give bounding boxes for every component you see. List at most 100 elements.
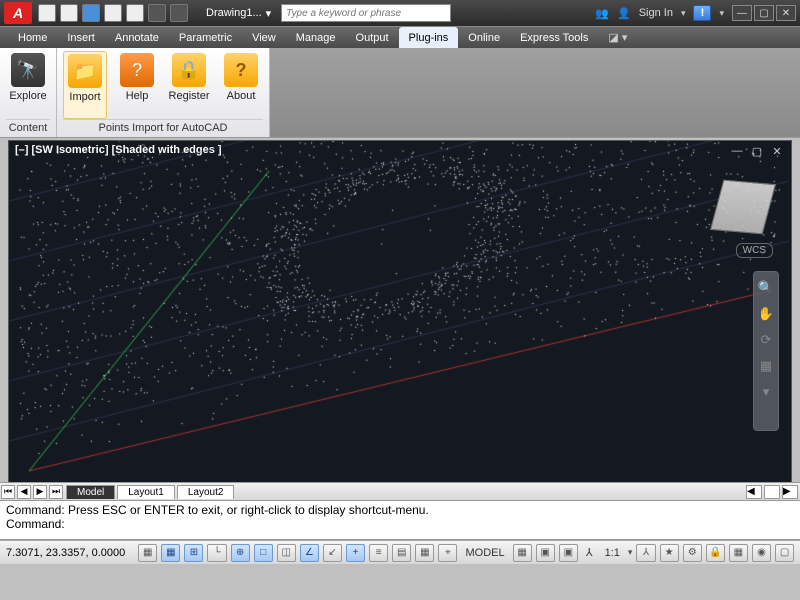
tab-last-button[interactable]: ⏭ — [49, 485, 63, 499]
about-button[interactable]: ? About — [219, 51, 263, 119]
tab-layout2[interactable]: Layout2 — [177, 485, 235, 499]
tab-layout1[interactable]: Layout1 — [117, 485, 175, 499]
navigation-bar: 🔍 ✋ ⟳ ▦ ▾ — [753, 271, 779, 431]
signin-dropdown-icon[interactable]: ▾ — [681, 8, 686, 19]
menu-insert[interactable]: Insert — [57, 27, 105, 48]
menu-view[interactable]: View — [242, 27, 286, 48]
otrack-button[interactable]: ∠ — [300, 544, 319, 562]
pan-icon[interactable]: ✋ — [758, 306, 774, 322]
point-cloud-canvas[interactable] — [9, 141, 789, 485]
doc-dropdown-icon[interactable]: ▾ — [266, 7, 272, 20]
panel-name-pointsimport: Points Import for AutoCAD — [63, 119, 263, 137]
tab-next-button[interactable]: ▶ — [33, 485, 47, 499]
snap-button[interactable]: ▦ — [161, 544, 180, 562]
tpy-button[interactable]: ▤ — [392, 544, 411, 562]
menu-annotate[interactable]: Annotate — [105, 27, 169, 48]
quickview-drawings-button[interactable]: ▣ — [559, 544, 578, 562]
app-logo[interactable]: A — [4, 2, 32, 24]
import-label: Import — [69, 91, 100, 103]
menu-home[interactable]: Home — [8, 27, 57, 48]
showmotion-icon[interactable]: ▦ — [760, 358, 772, 374]
drawing-area-wrap: [–] [SW Isometric] [Shaded with edges ] … — [0, 138, 800, 500]
coordinates-readout[interactable]: 7.3071, 23.3357, 0.0000 — [6, 547, 134, 559]
help-label: Help — [126, 90, 149, 102]
qat-open-icon[interactable] — [60, 4, 78, 22]
lwt-button[interactable]: ≡ — [369, 544, 388, 562]
scale-dropdown-icon[interactable]: ▾ — [628, 547, 633, 558]
3dosnap-button[interactable]: ◫ — [277, 544, 296, 562]
qat-saveas-icon[interactable] — [104, 4, 122, 22]
command-window[interactable]: Command: Press ESC or ENTER to exit, or … — [0, 500, 800, 540]
qat-print-icon[interactable] — [126, 4, 144, 22]
qat-new-icon[interactable] — [38, 4, 56, 22]
menu-parametric[interactable]: Parametric — [169, 27, 242, 48]
model-space-label[interactable]: MODEL — [461, 547, 508, 559]
dyn-button[interactable]: + — [346, 544, 365, 562]
orbit-icon[interactable]: ⟳ — [761, 332, 772, 348]
quick-access-toolbar — [38, 4, 188, 22]
isolate-button[interactable]: ◉ — [752, 544, 771, 562]
command-line-2: Command: — [6, 517, 794, 531]
ribbon-empty — [270, 48, 800, 137]
anno-autoscale-button[interactable]: ★ — [660, 544, 679, 562]
cleanscreen-button[interactable]: ▢ — [775, 544, 794, 562]
folder-import-icon: 📁 — [68, 54, 102, 88]
tab-first-button[interactable]: ⏮ — [1, 485, 15, 499]
quickview-layouts-button[interactable]: ▣ — [536, 544, 555, 562]
about-icon: ? — [224, 53, 258, 87]
layout-tabs: ⏮ ◀ ▶ ⏭ Model Layout1 Layout2 ◀ ▶ — [0, 482, 800, 500]
tab-prev-button[interactable]: ◀ — [17, 485, 31, 499]
maximize-button[interactable]: ▢ — [754, 5, 774, 21]
menu-output[interactable]: Output — [346, 27, 399, 48]
zoom-icon[interactable]: 🔍 — [758, 280, 774, 296]
grid-display-button[interactable]: ▦ — [513, 544, 532, 562]
tab-scroll-right[interactable]: ▶ — [782, 485, 798, 499]
minimize-button[interactable]: — — [732, 5, 752, 21]
titlebar-right: 👥 👤 Sign In ▾ ! ▾ — ▢ ✕ — [595, 5, 796, 21]
help-button[interactable]: ? Help — [115, 51, 159, 119]
lock-icon: 🔒 — [172, 53, 206, 87]
command-line-1: Command: Press ESC or ENTER to exit, or … — [6, 503, 794, 517]
tab-scroll-handle[interactable] — [764, 485, 780, 499]
anno-visibility-button[interactable]: ⅄ — [636, 544, 655, 562]
grid-button[interactable]: ⊞ — [184, 544, 203, 562]
nav-more-icon[interactable]: ▾ — [763, 384, 770, 400]
qat-undo-icon[interactable] — [148, 4, 166, 22]
viewport[interactable]: [–] [SW Isometric] [Shaded with edges ] … — [8, 140, 792, 484]
explore-button[interactable]: 🔭 Explore — [6, 51, 50, 119]
menu-expresstools[interactable]: Express Tools — [510, 27, 598, 48]
status-bar: 7.3071, 23.3357, 0.0000 ▦ ▦ ⊞ └ ⊕ □ ◫ ∠ … — [0, 540, 800, 564]
menu-manage[interactable]: Manage — [286, 27, 346, 48]
qp-button[interactable]: ▦ — [415, 544, 434, 562]
search-go-icon[interactable]: 👥 — [595, 7, 609, 20]
qat-redo-icon[interactable] — [170, 4, 188, 22]
polar-button[interactable]: ⊕ — [231, 544, 250, 562]
hardware-accel-button[interactable]: ▦ — [729, 544, 748, 562]
wcs-badge[interactable]: WCS — [736, 243, 773, 258]
sc-button[interactable]: ⌖ — [438, 544, 457, 562]
infocenter-icon[interactable]: ! — [693, 5, 711, 21]
menu-extra-icon[interactable]: ◪ ▾ — [598, 27, 637, 48]
ortho-button[interactable]: └ — [207, 544, 226, 562]
search-input[interactable] — [281, 4, 451, 22]
toolbar-lock-button[interactable]: 🔒 — [706, 544, 725, 562]
tab-model[interactable]: Model — [66, 485, 115, 499]
osnap-button[interactable]: □ — [254, 544, 273, 562]
infer-constraints-button[interactable]: ▦ — [138, 544, 157, 562]
register-button[interactable]: 🔒 Register — [167, 51, 211, 119]
sign-in-link[interactable]: Sign In — [639, 7, 673, 19]
menu-online[interactable]: Online — [458, 27, 510, 48]
close-button[interactable]: ✕ — [776, 5, 796, 21]
menu-plugins[interactable]: Plug-ins — [399, 27, 459, 48]
anno-scale[interactable]: 1:1 — [601, 547, 624, 559]
import-button[interactable]: 📁 Import — [63, 51, 107, 119]
tab-scroll-left[interactable]: ◀ — [746, 485, 762, 499]
workspace-switch-button[interactable]: ⚙ — [683, 544, 702, 562]
qat-save-icon[interactable] — [82, 4, 100, 22]
user-icon: 👤 — [617, 7, 631, 20]
annotation-person-icon[interactable]: ⅄ — [582, 546, 597, 559]
tab-nav: ⏮ ◀ ▶ ⏭ — [0, 485, 64, 499]
help-dropdown-icon[interactable]: ▾ — [719, 8, 724, 19]
ducs-button[interactable]: ↙ — [323, 544, 342, 562]
ribbon-panel-content: 🔭 Explore Content — [0, 48, 57, 137]
